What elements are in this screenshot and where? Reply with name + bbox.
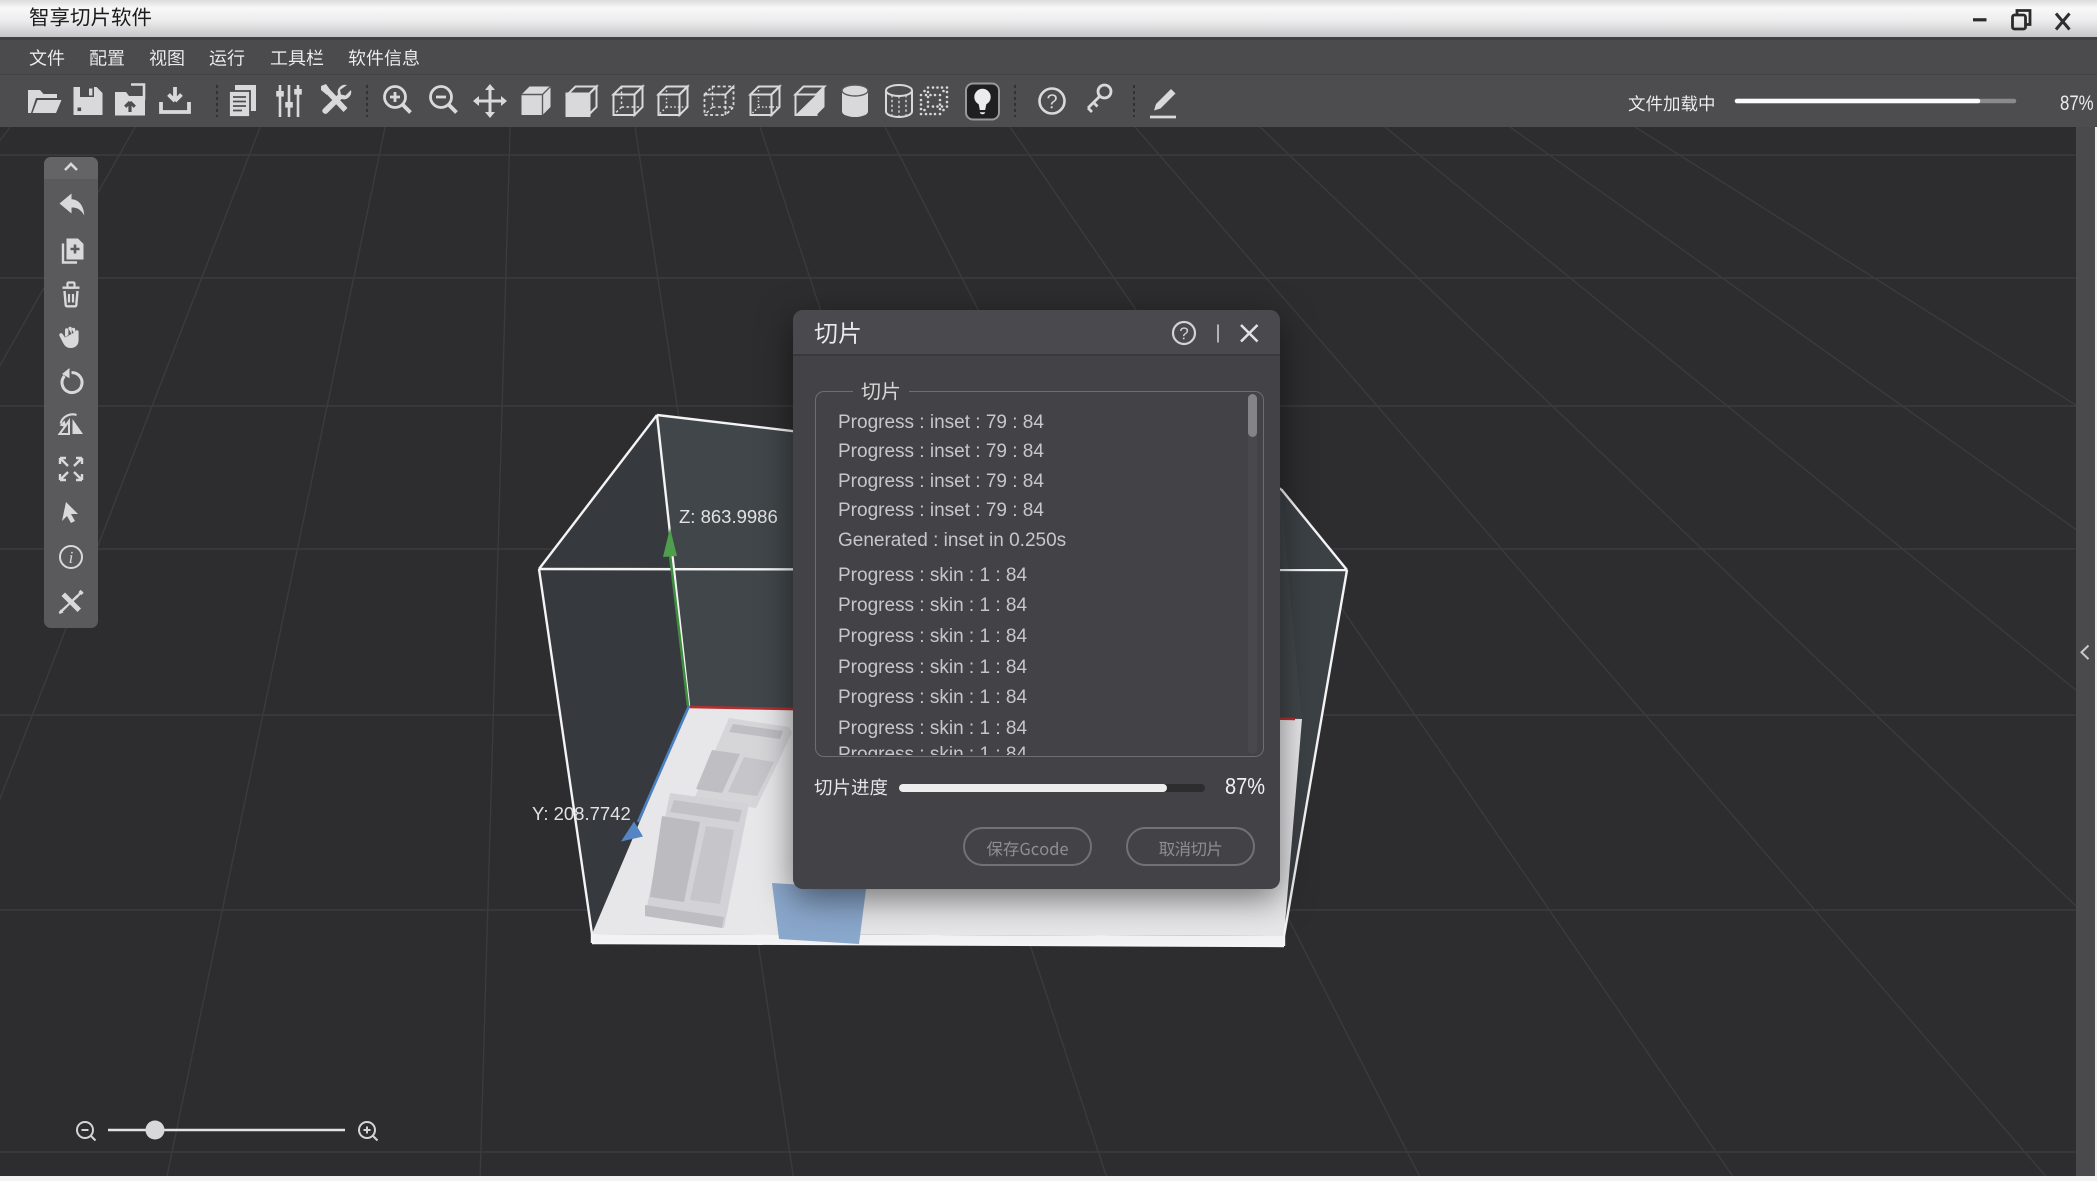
svg-text:Z: 863.9986: Z: 863.9986	[679, 506, 778, 527]
svg-text:Y: 208.7742: Y: 208.7742	[532, 803, 631, 824]
